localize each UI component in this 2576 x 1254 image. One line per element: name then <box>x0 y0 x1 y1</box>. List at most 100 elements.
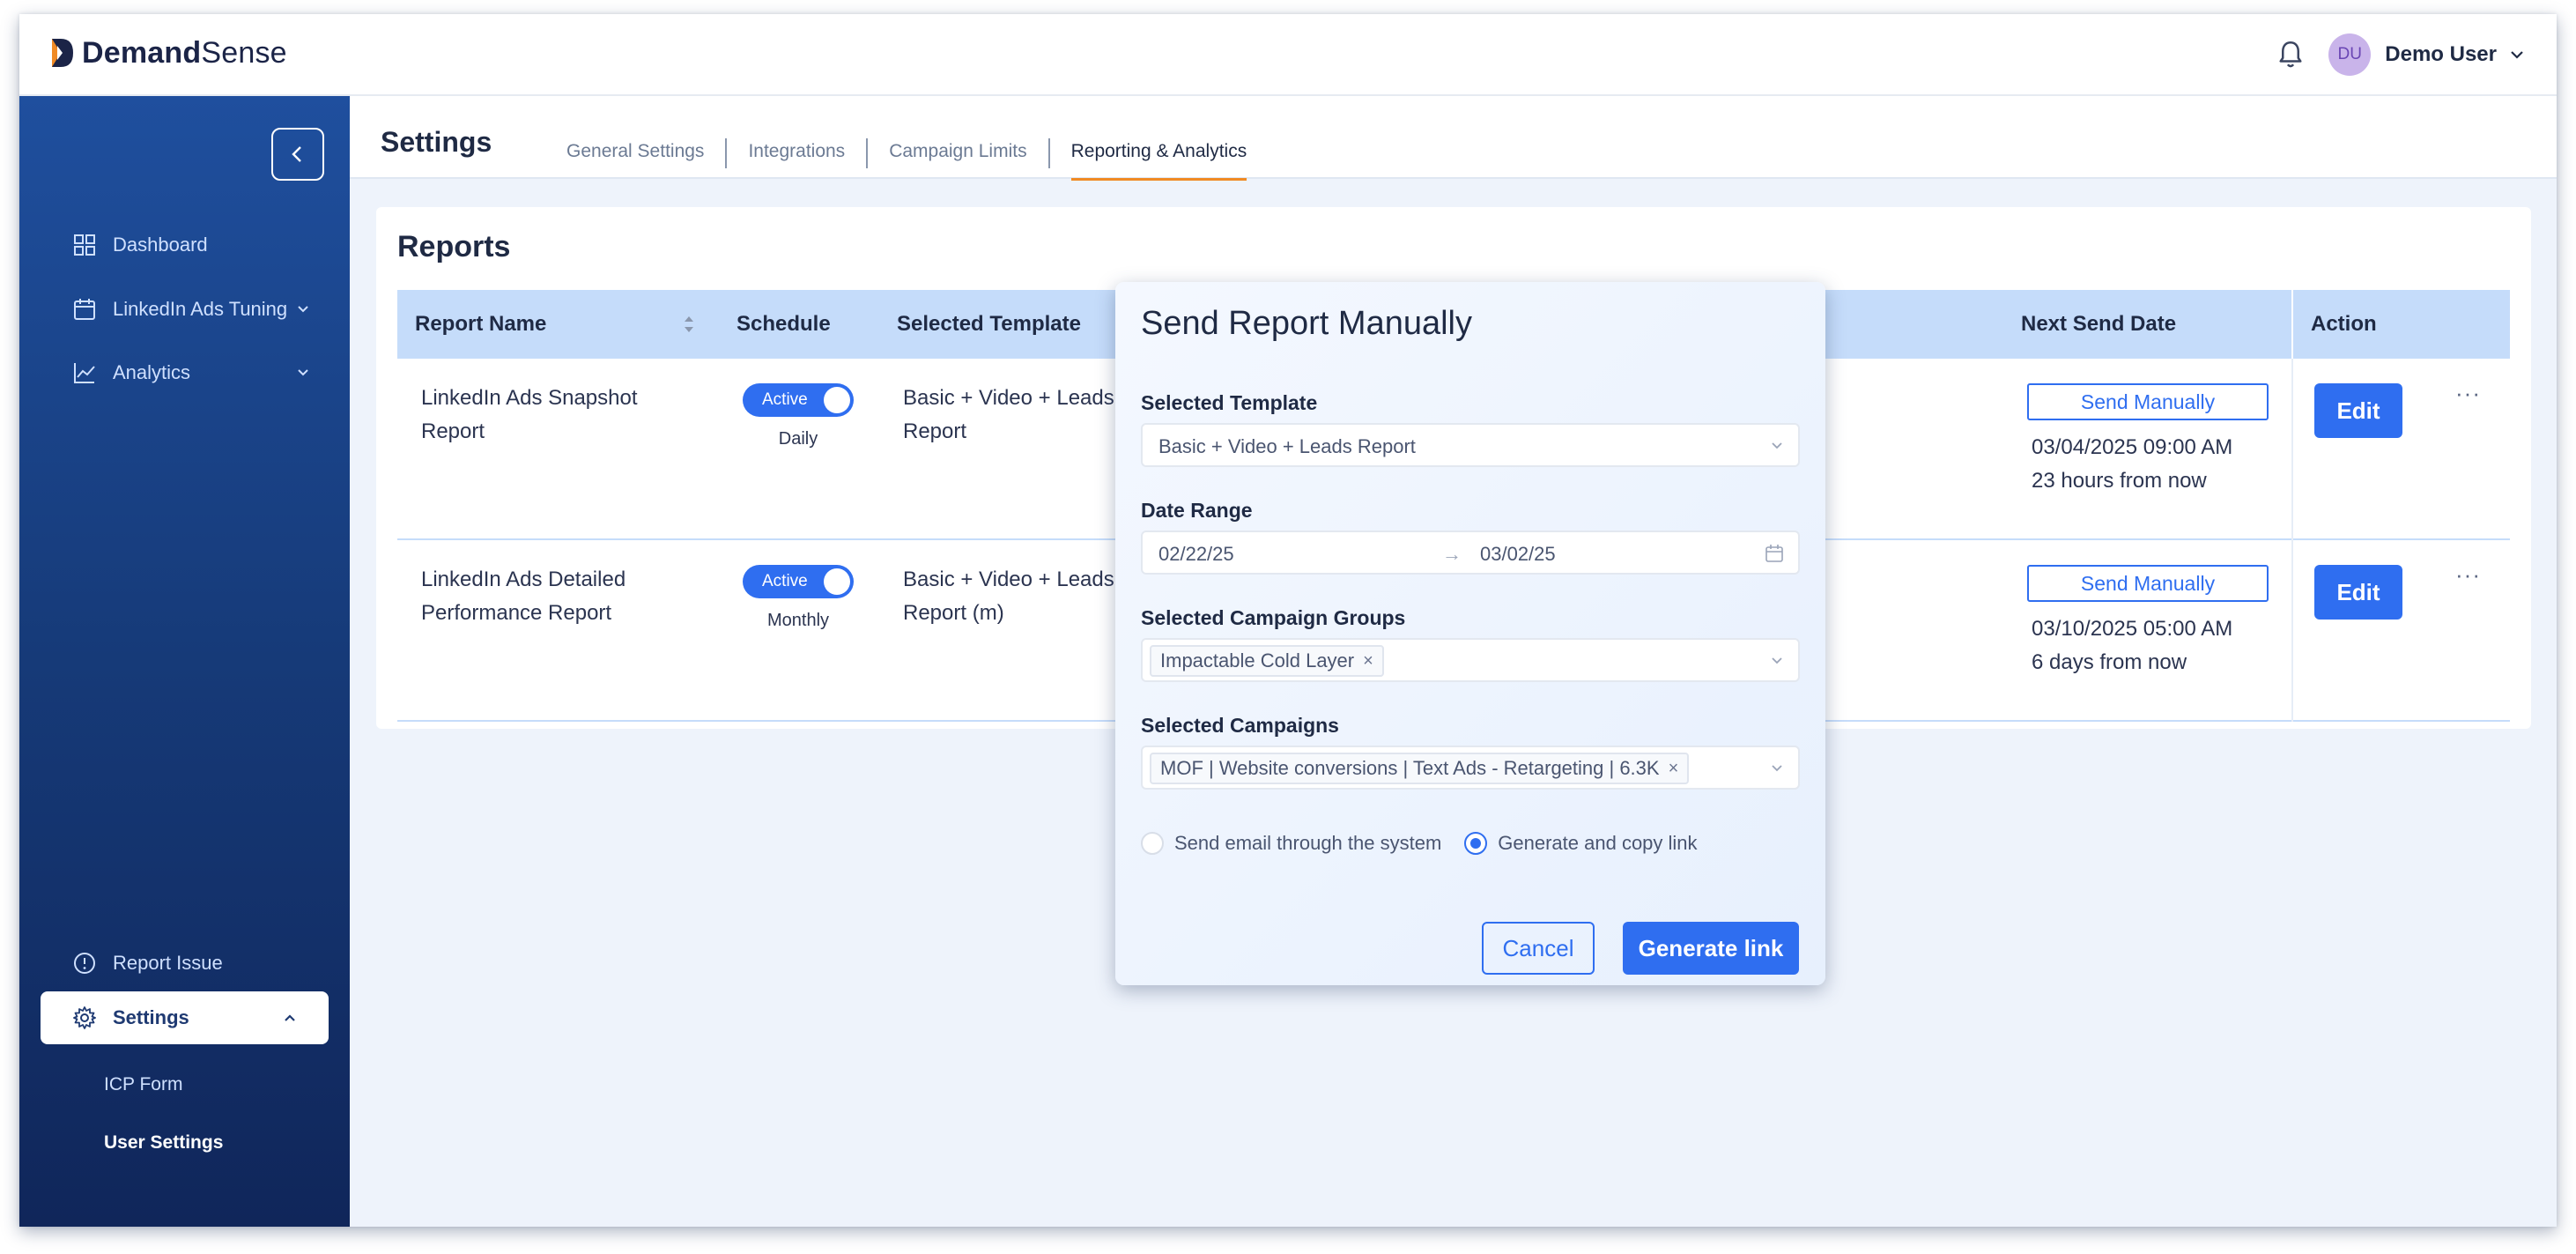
template-line: Basic + Video + Leads <box>903 386 1114 410</box>
next-send-cell: 03/10/2025 05:00 AM 6 days from now <box>2032 612 2232 679</box>
sidebar-subitem-user-settings[interactable]: User Settings <box>104 1132 223 1154</box>
template-line: Report (m) <box>903 601 1004 625</box>
calendar-icon[interactable] <box>1765 544 1784 563</box>
column-selected-template: Selected Template <box>897 312 1081 336</box>
report-name-line: Performance Report <box>421 601 612 625</box>
sidebar-item-label: Settings <box>113 1006 189 1028</box>
bell-icon[interactable] <box>2277 39 2304 70</box>
settings-header: Settings General Settings Integrations C… <box>350 96 2557 181</box>
send-manually-button[interactable]: Send Manually <box>2027 565 2269 602</box>
report-name-cell: LinkedIn Ads Detailed Performance Report <box>421 563 625 630</box>
calendar-icon <box>74 299 95 320</box>
column-next-send-date: Next Send Date <box>2021 312 2177 336</box>
status-toggle[interactable]: Active <box>743 383 854 417</box>
chevron-down-icon <box>1772 442 1782 449</box>
toggle-label: Active <box>762 390 808 409</box>
column-action: Action <box>2311 312 2377 336</box>
chevron-down-icon <box>298 306 308 313</box>
brand-logo[interactable]: DemandSense <box>48 35 287 70</box>
report-name-cell: LinkedIn Ads Snapshot Report <box>421 382 638 449</box>
sidebar-item-analytics[interactable]: Analytics <box>72 360 308 385</box>
date-range-arrow: → <box>1442 543 1462 565</box>
next-send-cell: 03/04/2025 09:00 AM 23 hours from now <box>2032 431 2232 498</box>
next-send-relative: 23 hours from now <box>2032 469 2207 493</box>
next-send-date: 03/10/2025 05:00 AM <box>2032 617 2233 641</box>
sort-icon[interactable] <box>683 313 695 336</box>
status-toggle[interactable]: Active <box>743 565 854 598</box>
next-send-relative: 6 days from now <box>2032 650 2187 674</box>
column-report-name[interactable]: Report Name <box>415 312 546 337</box>
chevron-down-icon <box>1772 657 1782 664</box>
radio-generate-link[interactable] <box>1464 832 1488 855</box>
collapse-sidebar-button[interactable] <box>271 128 324 181</box>
campaign-tag: MOF | Website conversions | Text Ads - R… <box>1150 753 1690 784</box>
campaign-groups-select[interactable]: Impactable Cold Layer × <box>1141 638 1800 682</box>
more-options-icon[interactable]: ··· <box>2455 380 2481 407</box>
template-select-value: Basic + Video + Leads Report <box>1158 435 1416 457</box>
user-name[interactable]: Demo User <box>2385 42 2497 67</box>
sidebar-item-label: Report Issue <box>113 952 223 974</box>
settings-tabs: General Settings Integrations Campaign L… <box>545 138 1269 181</box>
report-issue-icon <box>74 953 95 974</box>
template-line: Report <box>903 419 967 443</box>
tag-label: MOF | Website conversions | Text Ads - R… <box>1160 757 1660 779</box>
date-end[interactable]: 03/02/25 <box>1480 543 1556 566</box>
option-send-email-label[interactable]: Send email through the system <box>1174 832 1441 855</box>
remove-tag-icon[interactable]: × <box>1363 651 1373 672</box>
template-label: Selected Template <box>1141 391 1318 414</box>
sidebar-subitem-icp-form[interactable]: ICP Form <box>104 1074 182 1095</box>
tab-general-settings[interactable]: General Settings <box>545 138 725 168</box>
chevron-up-icon <box>285 1014 295 1021</box>
brand-name: DemandSense <box>82 35 287 70</box>
option-generate-link-label[interactable]: Generate and copy link <box>1498 832 1697 855</box>
cancel-button[interactable]: Cancel <box>1482 922 1595 975</box>
tab-integrations[interactable]: Integrations <box>725 138 866 168</box>
delivery-options: Send email through the system Generate a… <box>1141 832 1698 855</box>
sidebar-item-report-issue[interactable]: Report Issue <box>72 951 223 976</box>
chevron-down-icon[interactable] <box>2509 47 2525 63</box>
chevron-down-icon <box>1772 765 1782 772</box>
template-line: Basic + Video + Leads <box>903 568 1114 591</box>
toggle-label: Active <box>762 572 808 590</box>
sidebar-item-label: LinkedIn Ads Tuning <box>113 298 288 320</box>
column-divider <box>2291 540 2293 722</box>
campaign-group-tag: Impactable Cold Layer × <box>1150 645 1384 677</box>
column-divider <box>2291 359 2293 540</box>
template-select[interactable]: Basic + Video + Leads Report <box>1141 423 1800 467</box>
app-window: DemandSense DU Demo User Dashboard Linke… <box>19 14 2557 1227</box>
radio-send-email[interactable] <box>1141 832 1164 855</box>
more-options-icon[interactable]: ··· <box>2455 561 2481 589</box>
next-send-date: 03/04/2025 09:00 AM <box>2032 435 2233 459</box>
gear-icon <box>73 1006 96 1029</box>
edit-button[interactable]: Edit <box>2314 383 2402 438</box>
sidebar-item-linkedin-ads-tuning[interactable]: LinkedIn Ads Tuning <box>72 297 308 322</box>
chevron-down-icon <box>298 369 308 376</box>
sidebar-item-settings[interactable]: Settings <box>41 991 329 1044</box>
campaigns-select[interactable]: MOF | Website conversions | Text Ads - R… <box>1141 746 1800 790</box>
modal-title: Send Report Manually <box>1141 305 1472 342</box>
tab-reporting-analytics[interactable]: Reporting & Analytics <box>1047 138 1269 181</box>
sidebar-item-label: Analytics <box>113 361 191 383</box>
campaign-groups-label: Selected Campaign Groups <box>1141 606 1406 629</box>
template-cell: Basic + Video + Leads Report <box>903 382 1114 449</box>
toggle-knob <box>824 387 850 413</box>
report-name-line: LinkedIn Ads Detailed <box>421 568 626 591</box>
schedule-frequency: Daily <box>778 429 818 449</box>
date-range-picker[interactable]: 02/22/25 → 03/02/25 <box>1141 531 1800 575</box>
schedule-frequency: Monthly <box>766 611 830 630</box>
generate-link-button[interactable]: Generate link <box>1623 922 1799 975</box>
avatar[interactable]: DU <box>2328 33 2372 76</box>
sidebar-item-dashboard[interactable]: Dashboard <box>72 233 208 257</box>
tab-campaign-limits[interactable]: Campaign Limits <box>866 138 1047 168</box>
date-start[interactable]: 02/22/25 <box>1158 543 1234 566</box>
edit-button[interactable]: Edit <box>2314 565 2402 620</box>
chevron-left-icon <box>292 146 301 162</box>
remove-tag-icon[interactable]: × <box>1669 759 1679 779</box>
report-name-line: LinkedIn Ads Snapshot <box>421 386 638 410</box>
date-range-label: Date Range <box>1141 499 1253 522</box>
send-manually-button[interactable]: Send Manually <box>2027 383 2269 420</box>
toggle-knob <box>824 568 850 595</box>
dashboard-icon <box>74 234 95 256</box>
template-cell: Basic + Video + Leads Report (m) <box>903 563 1114 630</box>
page-title: Settings <box>381 126 492 158</box>
